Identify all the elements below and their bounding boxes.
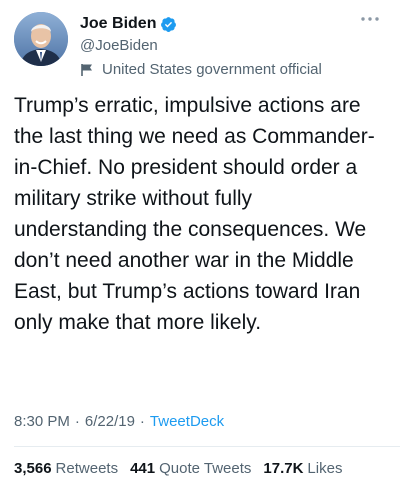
avatar-photo-icon <box>14 12 68 66</box>
verified-badge-icon <box>160 16 177 33</box>
retweets-label[interactable]: Retweets <box>56 460 119 477</box>
tweet-card: Joe Biden @JoeBiden United States govern <box>0 0 400 490</box>
more-options-icon[interactable] <box>358 14 382 28</box>
tweet-time[interactable]: 8:30 PM <box>14 413 70 430</box>
author-handle[interactable]: @JoeBiden <box>80 37 322 56</box>
meta-separator: · <box>139 413 145 430</box>
meta-separator: · <box>74 413 80 430</box>
likes-count[interactable]: 17.7K <box>263 460 303 477</box>
tweet-date[interactable]: 6/22/19 <box>85 413 135 430</box>
tweet-stats: 3,566 Retweets 441 Quote Tweets 17.7K Li… <box>14 460 354 477</box>
quotes-count[interactable]: 441 <box>130 460 155 477</box>
tweet-text: Trump’s erratic, impulsive actions are t… <box>14 94 375 334</box>
tweet-meta: 8:30 PM · 6/22/19 · TweetDeck <box>14 413 224 430</box>
author-label-text: United States government official <box>102 61 322 78</box>
tweet-source-link[interactable]: TweetDeck <box>150 413 224 430</box>
divider <box>14 446 400 447</box>
avatar[interactable] <box>14 12 68 66</box>
name-row: Joe Biden <box>80 14 322 34</box>
author-name[interactable]: Joe Biden <box>80 15 156 33</box>
author-label: United States government official <box>80 60 322 79</box>
author-info: Joe Biden @JoeBiden United States govern <box>80 14 322 79</box>
tweet-header: Joe Biden @JoeBiden United States govern <box>14 12 386 78</box>
flag-icon <box>80 63 94 77</box>
likes-label[interactable]: Likes <box>307 460 342 477</box>
quotes-label[interactable]: Quote Tweets <box>159 460 251 477</box>
retweets-count[interactable]: 3,566 <box>14 460 52 477</box>
